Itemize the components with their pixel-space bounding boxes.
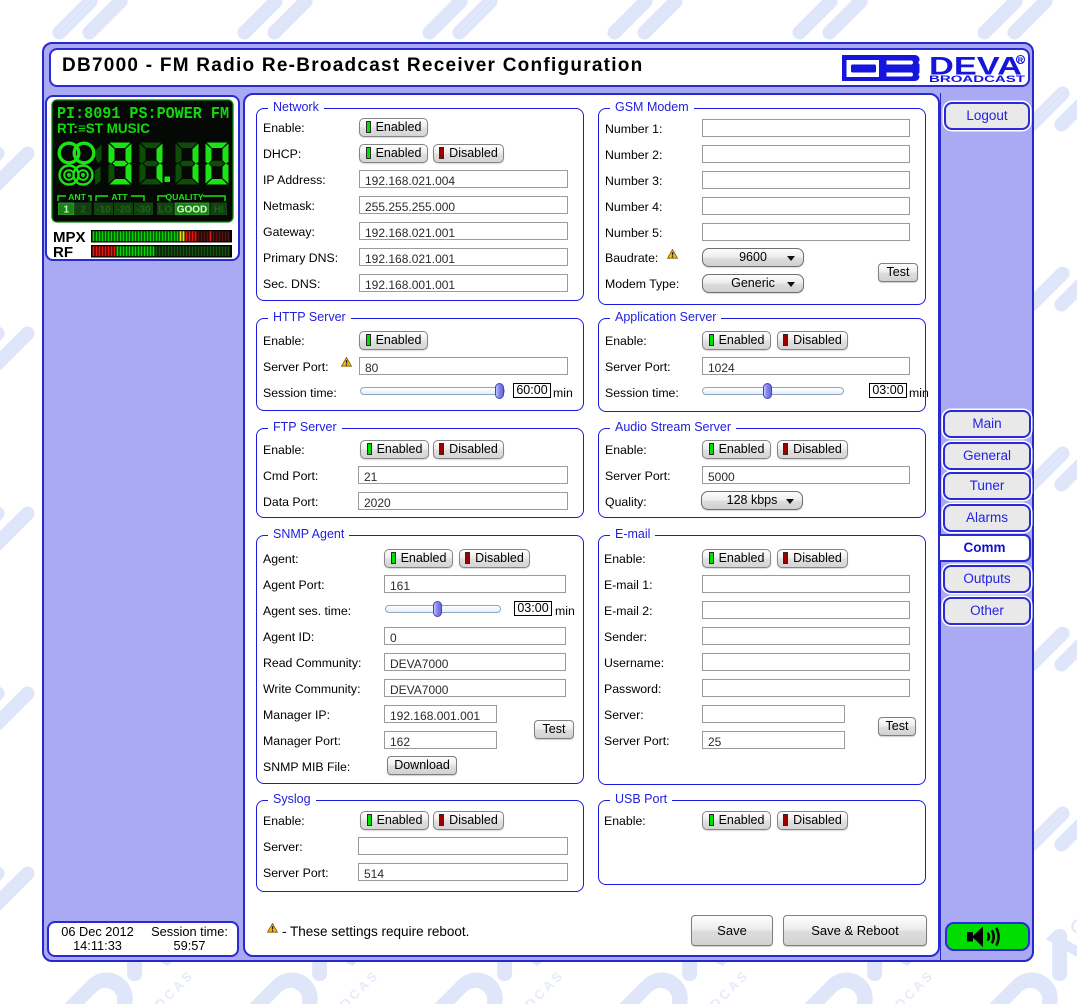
svg-text:ANT: ANT [68, 192, 87, 202]
svg-text:LO: LO [158, 205, 172, 216]
svg-text:GOOD: GOOD [177, 205, 208, 216]
svg-text:ATT: ATT [111, 192, 128, 202]
svg-text:QUALITY: QUALITY [165, 192, 203, 202]
svg-text:RF: RF [53, 244, 73, 261]
svg-text:-30: -30 [136, 205, 151, 216]
svg-text:-20: -20 [116, 205, 131, 216]
svg-text:2: 2 [80, 205, 86, 216]
svg-text:BROADCAST: BROADCAST [929, 74, 1025, 83]
svg-text:R: R [1018, 55, 1024, 64]
svg-text:HI: HI [214, 205, 224, 216]
svg-text:RT:≡ST MUSIC: RT:≡ST MUSIC [57, 120, 150, 136]
svg-text:-10: -10 [96, 205, 111, 216]
svg-text:1: 1 [63, 205, 69, 216]
